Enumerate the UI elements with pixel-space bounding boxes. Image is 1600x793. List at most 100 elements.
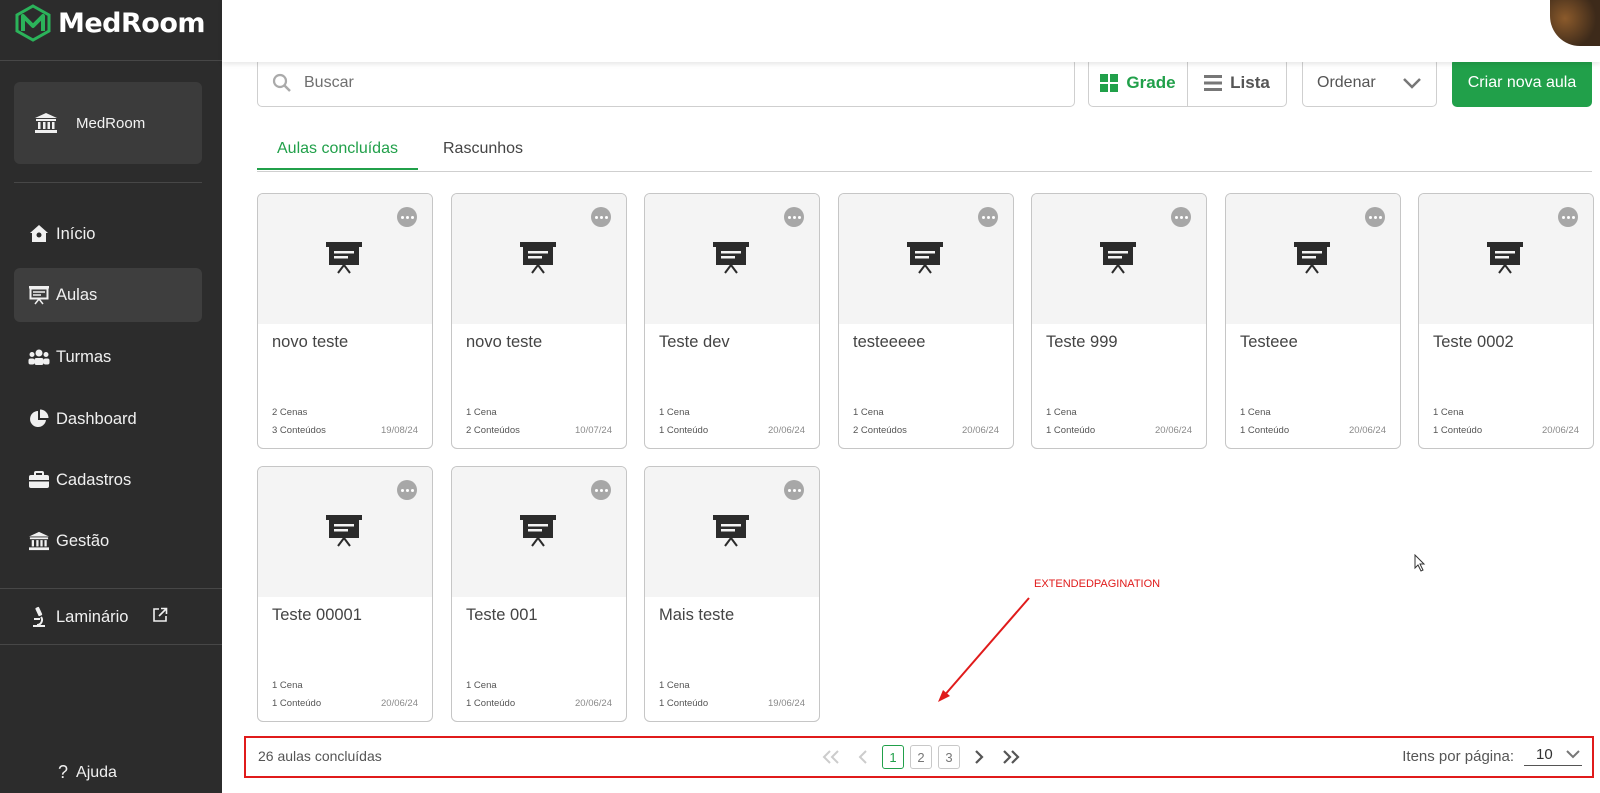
grid-icon — [1100, 73, 1119, 92]
lesson-thumbnail — [452, 467, 626, 597]
lesson-title: Teste 00001 — [272, 606, 362, 624]
lesson-content-count: 1 Conteúdo — [1046, 425, 1096, 436]
user-avatar[interactable] — [1550, 0, 1600, 46]
tab-drafts[interactable]: Rascunhos — [443, 140, 523, 168]
lesson-card[interactable]: Teste dev 1 Cena 1 Conteúdo 20/06/24 — [644, 193, 820, 449]
help-link[interactable]: ? Ajuda — [58, 762, 117, 783]
next-page-icon[interactable] — [966, 744, 992, 770]
last-page-icon[interactable] — [998, 744, 1024, 770]
lesson-title: Teste 001 — [466, 606, 538, 624]
more-options-icon[interactable] — [397, 480, 417, 500]
sidebar-item-label: Turmas — [56, 347, 112, 366]
extended-pagination: 26 aulas concluídas 1 2 3 Itens por pági… — [244, 736, 1594, 778]
more-options-icon[interactable] — [978, 207, 998, 227]
app-logo[interactable]: MedRoom — [14, 4, 206, 42]
create-lesson-button[interactable]: Criar nova aula — [1452, 58, 1592, 107]
presentation-board-icon — [520, 242, 556, 274]
sidebar-item-gestao[interactable]: Gestão — [14, 514, 202, 568]
more-options-icon[interactable] — [397, 207, 417, 227]
search-box[interactable] — [257, 58, 1075, 107]
briefcase-icon — [28, 469, 50, 491]
sidebar-item-laminario[interactable]: Laminário — [14, 590, 202, 644]
divider — [0, 588, 222, 589]
presentation-board-icon — [520, 515, 556, 547]
search-input[interactable] — [304, 73, 1004, 92]
lesson-title: novo teste — [466, 333, 543, 351]
presentation-board-icon — [1487, 242, 1523, 274]
sidebar-item-label: Cadastros — [56, 470, 132, 489]
more-options-icon[interactable] — [1558, 207, 1578, 227]
order-select[interactable]: Ordenar — [1302, 58, 1437, 107]
page-button-1[interactable]: 1 — [882, 745, 904, 769]
lesson-content-count: 1 Conteúdo — [272, 698, 322, 709]
lesson-thumbnail — [645, 467, 819, 597]
more-options-icon[interactable] — [1171, 207, 1191, 227]
lesson-card[interactable]: Teste 999 1 Cena 1 Conteúdo 20/06/24 — [1031, 193, 1207, 449]
list-view-button[interactable]: Lista — [1187, 59, 1286, 106]
lesson-thumbnail — [258, 194, 432, 324]
tab-completed-lessons[interactable]: Aulas concluídas — [257, 140, 418, 170]
lesson-content-count: 3 Conteúdos — [272, 425, 326, 436]
lesson-card[interactable]: novo teste 1 Cena 2 Conteúdos 10/07/24 — [451, 193, 627, 449]
lesson-scene-count: 2 Cenas — [272, 407, 308, 418]
pagination-controls: 1 2 3 — [818, 744, 1024, 770]
sidebar-item-turmas[interactable]: Turmas — [14, 330, 202, 384]
presentation-board-icon — [28, 284, 50, 306]
lesson-card[interactable]: Teste 001 1 Cena 1 Conteúdo 20/06/24 — [451, 466, 627, 722]
microscope-icon — [28, 606, 50, 628]
lesson-title: Testeee — [1240, 333, 1298, 351]
lesson-scene-count: 1 Cena — [1240, 407, 1271, 418]
organization-card[interactable]: MedRoom — [14, 82, 202, 164]
items-per-page-label: Itens por página: — [1402, 747, 1514, 765]
items-per-page-select[interactable]: 10 — [1524, 746, 1582, 766]
first-page-icon[interactable] — [818, 744, 844, 770]
lesson-title: Teste 0002 — [1433, 333, 1514, 351]
lesson-card[interactable]: Mais teste 1 Cena 1 Conteúdo 19/06/24 — [644, 466, 820, 722]
sidebar-item-label: Gestão — [56, 531, 110, 550]
lesson-thumbnail — [1419, 194, 1593, 324]
lesson-card[interactable]: Teste 00001 1 Cena 1 Conteúdo 20/06/24 — [257, 466, 433, 722]
lesson-date: 19/06/24 — [768, 698, 805, 709]
more-options-icon[interactable] — [784, 480, 804, 500]
presentation-board-icon — [907, 242, 943, 274]
lesson-date: 20/06/24 — [575, 698, 612, 709]
divider — [0, 644, 222, 645]
lesson-card[interactable]: testeeeee 1 Cena 2 Conteúdos 20/06/24 — [838, 193, 1014, 449]
sidebar-item-aulas[interactable]: Aulas — [14, 268, 202, 322]
page-button-3[interactable]: 3 — [938, 745, 960, 769]
sidebar: MedRoom MedRoom Início Aulas Turmas Dash… — [0, 0, 222, 793]
page-button-2[interactable]: 2 — [910, 745, 932, 769]
lesson-card[interactable]: novo teste 2 Cenas 3 Conteúdos 19/08/24 — [257, 193, 433, 449]
sidebar-item-label: Laminário — [56, 607, 129, 626]
lesson-thumbnail — [645, 194, 819, 324]
sidebar-item-label: Dashboard — [56, 409, 137, 428]
lesson-content-count: 1 Conteúdo — [659, 698, 709, 709]
more-options-icon[interactable] — [1365, 207, 1385, 227]
divider — [0, 60, 222, 61]
lesson-scene-count: 1 Cena — [1433, 407, 1464, 418]
organization-name: MedRoom — [76, 114, 146, 132]
more-options-icon[interactable] — [784, 207, 804, 227]
order-label: Ordenar — [1317, 73, 1376, 91]
grid-view-button[interactable]: Grade — [1089, 59, 1187, 106]
lesson-content-count: 2 Conteúdos — [466, 425, 520, 436]
lesson-content-count: 2 Conteúdos — [853, 425, 907, 436]
lesson-card[interactable]: Teste 0002 1 Cena 1 Conteúdo 20/06/24 — [1418, 193, 1594, 449]
presentation-board-icon — [326, 242, 362, 274]
more-options-icon[interactable] — [591, 480, 611, 500]
sidebar-item-inicio[interactable]: Início — [14, 207, 202, 261]
medroom-logo-icon — [15, 4, 51, 42]
lesson-scene-count: 1 Cena — [466, 407, 497, 418]
lesson-scene-count: 1 Cena — [272, 680, 303, 691]
lesson-title: Teste 999 — [1046, 333, 1118, 351]
lesson-scene-count: 1 Cena — [853, 407, 884, 418]
more-options-icon[interactable] — [591, 207, 611, 227]
items-per-page: Itens por página: 10 — [1402, 746, 1582, 766]
sidebar-item-dashboard[interactable]: Dashboard — [14, 392, 202, 446]
previous-page-icon[interactable] — [850, 744, 876, 770]
lesson-scene-count: 1 Cena — [659, 680, 690, 691]
lesson-card[interactable]: Testeee 1 Cena 1 Conteúdo 20/06/24 — [1225, 193, 1401, 449]
mouse-cursor-icon — [1414, 554, 1426, 572]
institution-icon — [35, 113, 57, 133]
sidebar-item-cadastros[interactable]: Cadastros — [14, 453, 202, 507]
